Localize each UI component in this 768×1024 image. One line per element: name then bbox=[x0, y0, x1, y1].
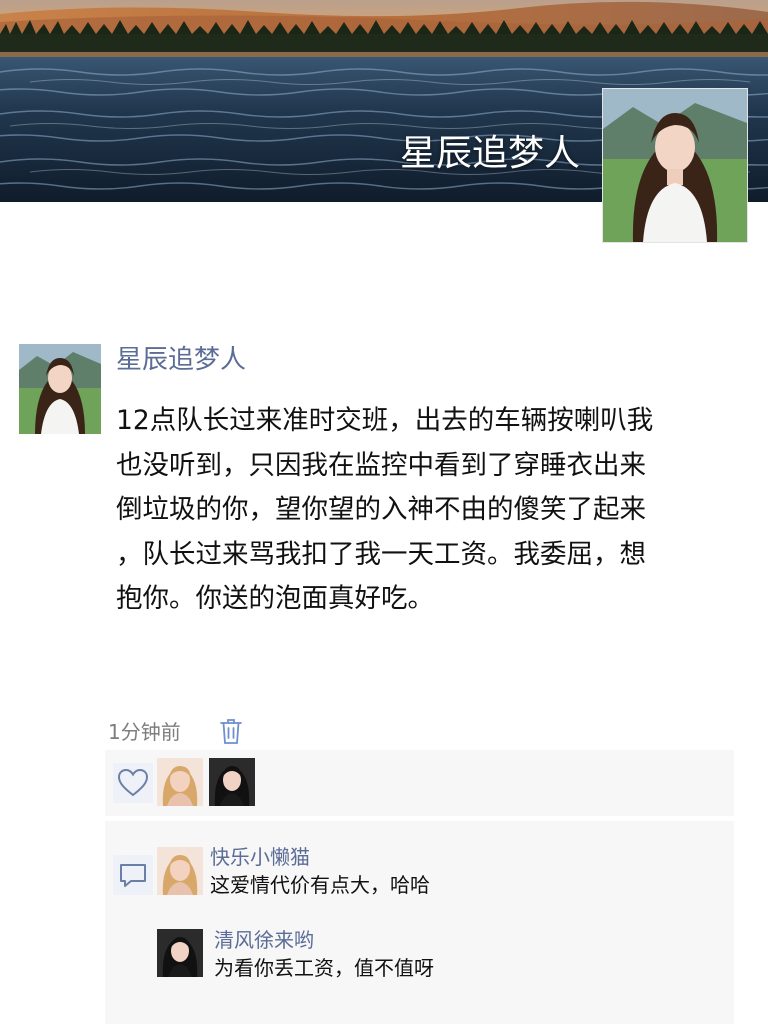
post-content-line: 12点队长过来准时交班，出去的车辆按喇叭我 bbox=[116, 405, 654, 436]
section-divider bbox=[105, 817, 734, 820]
liker-avatar[interactable] bbox=[157, 758, 203, 806]
post-content-line: ，队长过来骂我扣了我一天工资。我委屈，想 bbox=[116, 538, 646, 570]
post-author-avatar-image bbox=[19, 344, 101, 434]
profile-avatar-image bbox=[603, 89, 747, 242]
liker-avatar[interactable] bbox=[209, 758, 255, 806]
post-timestamp: 1分钟前 bbox=[108, 720, 181, 744]
post-content-line: 抱你。你送的泡面真好吃。 bbox=[116, 583, 434, 614]
comment-bubble-icon bbox=[113, 855, 153, 895]
comment-author-name[interactable]: 清风徐来哟 bbox=[214, 927, 314, 953]
cover-profile-name: 星辰追梦人 bbox=[399, 133, 580, 174]
commenter-avatar[interactable] bbox=[157, 929, 203, 977]
post-author-name[interactable]: 星辰追梦人 bbox=[116, 340, 246, 380]
commenter-avatar[interactable] bbox=[157, 847, 203, 895]
post-content-line: 也没听到，只因我在监控中看到了穿睡衣出来 bbox=[116, 449, 646, 481]
comment-text: 为看你丢工资，值不值呀 bbox=[214, 956, 434, 980]
comments-panel: 快乐小懒猫 这爱情代价有点大，哈哈 清风徐来哟 为看你丢工资，值不值呀 bbox=[105, 821, 734, 1024]
post-author-avatar[interactable] bbox=[19, 344, 101, 434]
post-content-line: 倒垃圾的你，望你望的入神不由的傻笑了起来 bbox=[116, 494, 646, 525]
comment-text: 这爱情代价有点大，哈哈 bbox=[210, 873, 430, 897]
delete-post-icon[interactable] bbox=[219, 717, 243, 745]
heart-outline-icon[interactable] bbox=[113, 763, 153, 803]
post-content: 12点队长过来准时交班，出去的车辆按喇叭我 也没听到，只因我在监控中看到了穿睡衣… bbox=[116, 399, 724, 622]
profile-avatar[interactable] bbox=[602, 88, 748, 243]
comment-author-name[interactable]: 快乐小懒猫 bbox=[210, 844, 310, 870]
likes-panel bbox=[105, 750, 734, 816]
